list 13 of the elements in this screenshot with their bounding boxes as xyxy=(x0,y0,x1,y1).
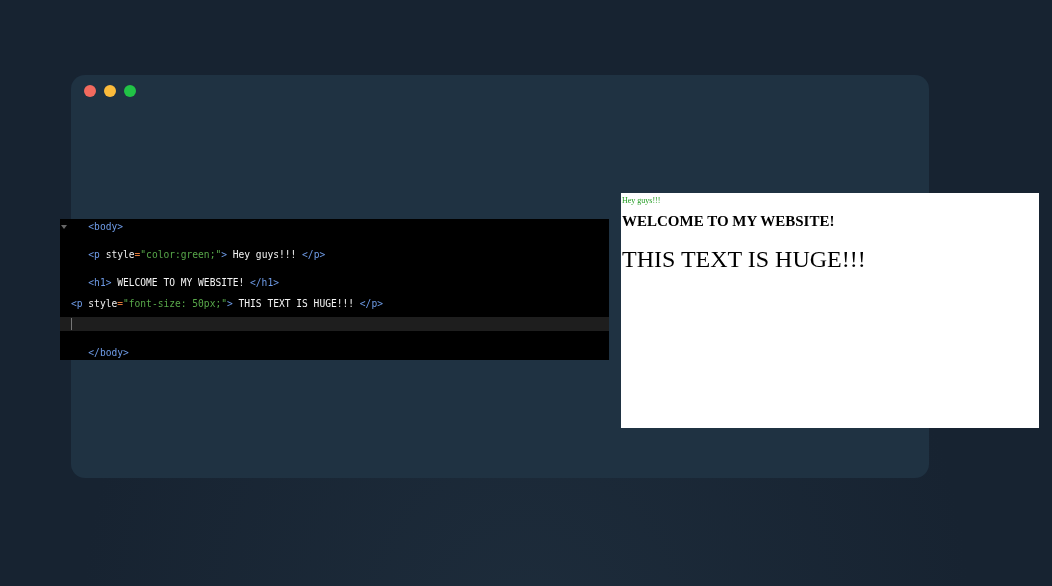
window-control-dot[interactable] xyxy=(104,85,116,97)
code-line: <p style="color:green;"> Hey guys!!! </p> xyxy=(87,248,326,260)
code-line: <h1> WELCOME TO MY WEBSITE! </h1> xyxy=(87,276,279,288)
paragraph-text: Hey guys!!! xyxy=(622,196,661,205)
large-text: THIS TEXT IS HUGE!!! xyxy=(622,246,866,273)
code-line: </body> xyxy=(87,346,129,358)
window-control-dot[interactable] xyxy=(124,85,136,97)
code-line: <p style="font-size: 50px;"> THIS TEXT IS HUGE!!! </p> xyxy=(71,297,383,309)
fold-icon[interactable] xyxy=(61,225,67,229)
heading-text: WELCOME TO MY WEBSITE! xyxy=(622,213,835,230)
window-control-dot[interactable] xyxy=(84,85,96,97)
text-caret xyxy=(71,318,72,330)
code-line: <body> xyxy=(87,220,123,232)
